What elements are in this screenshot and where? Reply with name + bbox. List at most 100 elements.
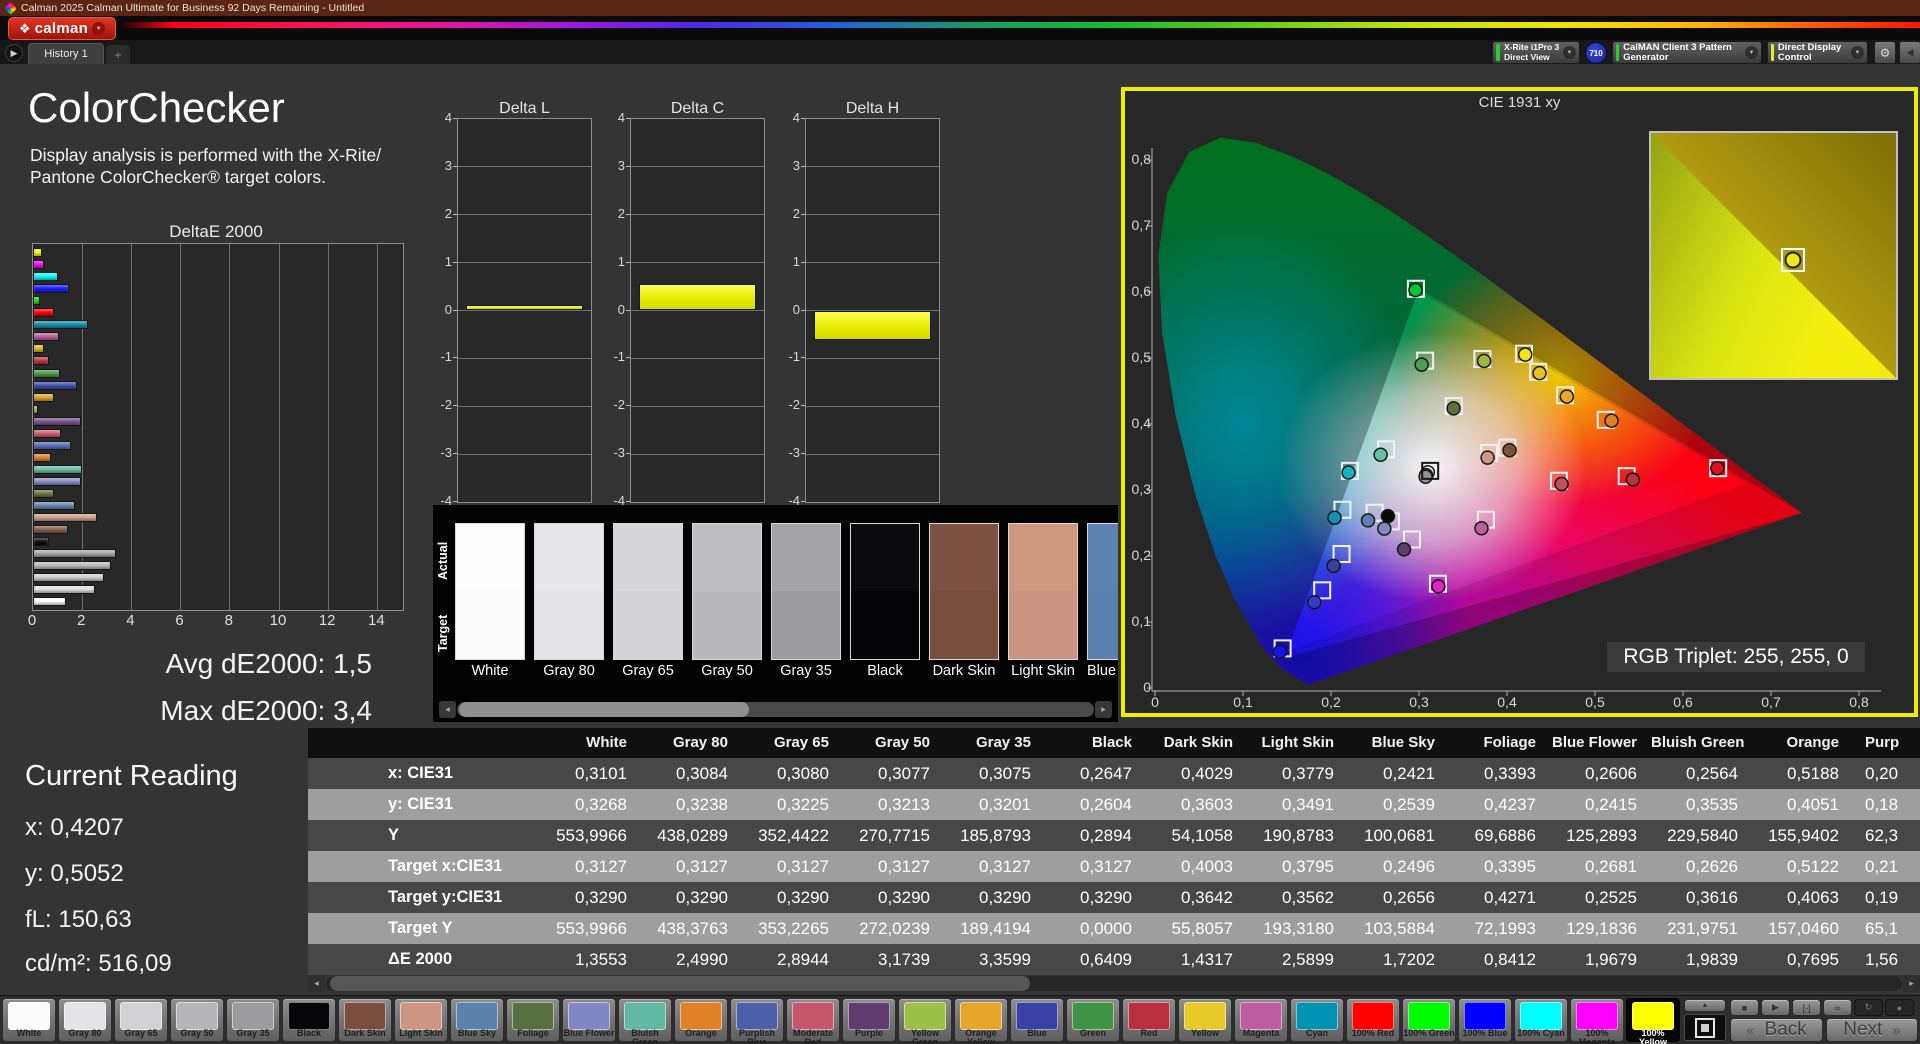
swatch-gray-35[interactable] xyxy=(771,523,841,660)
refresh-button[interactable]: ↻ xyxy=(1854,999,1883,1016)
scroll-left-icon[interactable]: ◂ xyxy=(308,975,325,992)
y-tick-mark xyxy=(801,405,805,407)
swatch-gray-65[interactable] xyxy=(613,523,683,660)
swatch-blue[interactable] xyxy=(1087,523,1118,660)
table-row: ΔE 2000 1,3553 2,4990 2,8944 3,1739 3,3599 0,6… xyxy=(308,944,1920,975)
next-button[interactable]: Next » xyxy=(1826,1018,1918,1042)
continuous-measure-button[interactable]: ∞ xyxy=(1823,999,1852,1016)
pattern-button-blue[interactable]: Blue xyxy=(1010,998,1064,1042)
pattern-button-magenta[interactable]: Magenta xyxy=(1234,998,1288,1042)
play-button[interactable]: ▶ xyxy=(1761,999,1790,1016)
toolbar-expand-button[interactable]: ▲ xyxy=(1684,999,1726,1012)
current-reading-y: y: 0,5052 xyxy=(25,860,124,887)
meter-dropdown[interactable]: X-Rite i1Pro 3 Direct View ▼ xyxy=(1492,41,1580,64)
pattern-button-green[interactable]: Green xyxy=(1066,998,1120,1042)
pattern-color-chip xyxy=(1016,1002,1058,1030)
pattern-button-100-cyan[interactable]: 100% Cyan xyxy=(1514,998,1568,1042)
stop-button[interactable]: ■ xyxy=(1730,999,1759,1016)
swatch-light-skin[interactable] xyxy=(1008,523,1078,660)
chevron-down-icon[interactable]: ▼ xyxy=(1851,46,1864,59)
scroll-right-icon[interactable]: ▸ xyxy=(1903,975,1920,992)
display-control-dropdown[interactable]: Direct Display Control ▼ xyxy=(1767,41,1868,64)
swatch-gray-50[interactable] xyxy=(692,523,762,660)
scroll-left-icon[interactable]: ◂ xyxy=(439,701,456,718)
pattern-generator-dropdown[interactable]: CalMAN Client 3 Pattern Generator ▼ xyxy=(1612,41,1762,64)
calman-menu-button[interactable]: ❖ calman ▼ xyxy=(8,17,116,40)
pattern-button-gray-50[interactable]: Gray 50 xyxy=(170,998,224,1042)
single-measure-button[interactable]: [-] xyxy=(1792,999,1821,1016)
chevron-down-icon[interactable]: ▼ xyxy=(1563,46,1576,59)
swatch-gray-80[interactable] xyxy=(534,523,604,660)
pattern-button-cyan[interactable]: Cyan xyxy=(1290,998,1344,1042)
pattern-window-button[interactable] xyxy=(1684,1014,1726,1041)
history-nav-button[interactable]: ▶ xyxy=(5,44,23,62)
pattern-button-gray-65[interactable]: Gray 65 xyxy=(114,998,168,1042)
pattern-button-100-green[interactable]: 100% Green xyxy=(1402,998,1456,1042)
generator-status-indicator xyxy=(1616,44,1620,61)
pattern-button-bluish-green[interactable]: Bluish Green xyxy=(618,998,672,1044)
pattern-color-chip xyxy=(1352,1002,1394,1030)
collapse-panel-button[interactable]: ◀ xyxy=(1899,41,1920,64)
swatch-black[interactable] xyxy=(850,523,920,660)
chevron-down-icon[interactable]: ▼ xyxy=(92,22,106,35)
table-cell: 0,3290 xyxy=(979,888,1031,907)
cie-y-tick-label: 0,1 xyxy=(1131,613,1151,629)
y-tick-label: 3 xyxy=(617,157,625,173)
pattern-button-100-yellow[interactable]: 100% Yellow xyxy=(1626,998,1680,1044)
pattern-button-100-magenta[interactable]: 100% Magenta xyxy=(1570,998,1624,1044)
tab-add-button[interactable]: + xyxy=(106,45,130,64)
cie-x-tick-label: 0,8 xyxy=(1849,694,1869,710)
gridline xyxy=(180,244,182,610)
pattern-button-gray-35[interactable]: Gray 35 xyxy=(226,998,280,1042)
settings-button[interactable]: ⚙ xyxy=(1874,41,1896,64)
deltae-bar-foliage xyxy=(33,489,54,498)
gridline xyxy=(458,214,591,216)
measured-point xyxy=(1396,542,1412,557)
table-cell: 0,3290 xyxy=(575,888,627,907)
gridline xyxy=(458,405,591,407)
tab-history-1[interactable]: History 1 xyxy=(28,43,104,64)
table-scrollbar[interactable]: ◂ ▸ xyxy=(308,975,1920,992)
table-cell: 0,3127 xyxy=(878,857,930,876)
pattern-button-purple[interactable]: Purple xyxy=(842,998,896,1042)
pattern-button-foliage[interactable]: Foliage xyxy=(506,998,560,1042)
pattern-button-yellow[interactable]: Yellow xyxy=(1178,998,1232,1042)
pattern-button-purplish-blue[interactable]: Purplish Blue xyxy=(730,998,784,1044)
scrollbar-thumb[interactable] xyxy=(459,702,749,717)
swatch-dark-skin[interactable] xyxy=(929,523,999,660)
record-indicator[interactable]: ● xyxy=(1885,999,1914,1016)
pattern-button-blue-flower[interactable]: Blue Flower xyxy=(562,998,616,1042)
x-tick-label: 0 xyxy=(27,612,37,629)
pattern-label: Cyan xyxy=(1305,1028,1328,1038)
swatch-white[interactable] xyxy=(455,523,525,660)
swatch-label: Black xyxy=(867,663,903,679)
pattern-button-100-red[interactable]: 100% Red xyxy=(1346,998,1400,1042)
chevron-down-icon[interactable]: ▼ xyxy=(1745,46,1758,59)
table-cell: 3,3599 xyxy=(979,950,1031,969)
pattern-button-orange-yellow[interactable]: Orange Yellow xyxy=(954,998,1008,1044)
pattern-button-yellow-green[interactable]: Yellow Green xyxy=(898,998,952,1044)
pattern-button-black[interactable]: Black xyxy=(282,998,336,1042)
measured-point xyxy=(1272,644,1288,659)
swatch-scrollbar[interactable]: ◂ ▸ xyxy=(439,701,1112,718)
pattern-color-chip xyxy=(1408,1002,1450,1030)
pattern-button-dark-skin[interactable]: Dark Skin xyxy=(338,998,392,1042)
measured-point xyxy=(1604,413,1619,428)
pattern-button-orange[interactable]: Orange xyxy=(674,998,728,1042)
back-button[interactable]: « Back xyxy=(1730,1018,1823,1042)
pattern-button-red[interactable]: Red xyxy=(1122,998,1176,1042)
pattern-button-light-skin[interactable]: Light Skin xyxy=(394,998,448,1042)
pattern-button-white[interactable]: White xyxy=(2,998,56,1042)
x-tick-label: 14 xyxy=(368,612,385,629)
pattern-label: Purple xyxy=(854,1028,883,1038)
scroll-right-icon[interactable]: ▸ xyxy=(1095,701,1112,718)
table-cell: 0,19 xyxy=(1865,888,1899,907)
table-cell: 0,2681 xyxy=(1585,857,1637,876)
scrollbar-thumb[interactable] xyxy=(330,976,1030,991)
deltae-bar-100-cyan xyxy=(33,272,58,282)
pattern-button-100-blue[interactable]: 100% Blue xyxy=(1458,998,1512,1042)
pattern-button-gray-80[interactable]: Gray 80 xyxy=(58,998,112,1042)
pattern-button-blue-sky[interactable]: Blue Sky xyxy=(450,998,504,1042)
pattern-label: Blue Flower xyxy=(563,1028,615,1038)
pattern-button-moderate-red[interactable]: Moderate Red xyxy=(786,998,840,1044)
